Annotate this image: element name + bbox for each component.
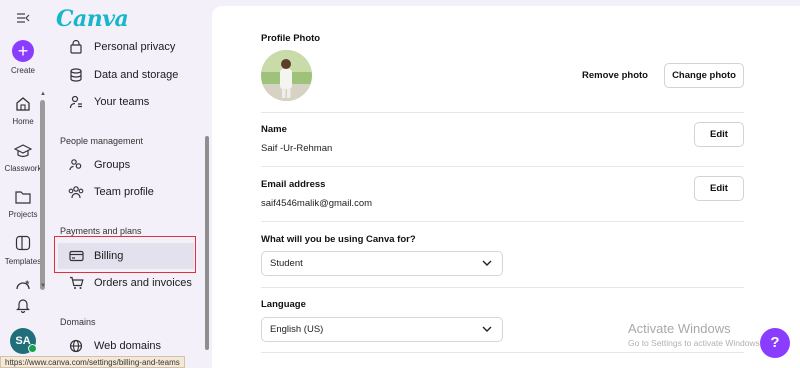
name-title: Name [261,124,287,135]
billing-highlight-box [54,236,196,273]
rail-scroll-up-arrow[interactable]: ▲ [39,91,47,97]
profile-photo-title: Profile Photo [261,33,321,44]
rail-scrollbar[interactable] [40,100,45,290]
usage-title: What will you be using Canva for? [261,234,416,245]
nav-item-label: Groups [94,159,131,171]
nav-item-label: Your teams [94,96,150,108]
privacy-icon [66,40,86,54]
divider [261,352,744,353]
home-icon[interactable] [10,95,36,113]
folder-icon[interactable] [10,188,36,206]
left-rail: + Create Home Classwork Projects Templat… [0,0,46,368]
language-selected-value: English (US) [270,324,324,335]
edit-name-button[interactable]: Edit [694,122,744,147]
nav-item-team-profile[interactable]: Team profile [58,179,194,205]
profile-photo[interactable] [261,50,312,101]
nav-item-label: Personal privacy [94,41,176,53]
usage-selected-value: Student [270,258,303,269]
chevron-down-icon [482,324,492,335]
canva-logo[interactable]: Canva [56,6,129,32]
teams-icon [66,95,86,109]
create-button[interactable]: + [12,40,34,62]
groups-icon [66,158,86,172]
collapse-menu-icon[interactable] [14,12,32,26]
nav-item-orders-and-invoices[interactable]: Orders and invoices [58,270,194,296]
rail-scroll-down-arrow[interactable]: ▼ [39,283,47,289]
nav-item-label: Web domains [94,340,162,352]
main-panel: Profile Photo Remove photo Change photo … [212,6,800,368]
language-select[interactable]: English (US) [261,317,503,342]
nav-item-label: Team profile [94,186,154,198]
nav-section-payments-and-plans: Payments and plans [60,226,142,236]
cart-icon [66,276,86,290]
nav-item-label: Data and storage [94,69,179,81]
nav-item-your-teams[interactable]: Your teams [58,89,194,115]
nav-scrollbar[interactable] [205,136,209,350]
settings-nav: Personal privacy Data and storage Your t… [52,36,208,354]
nav-item-label: Orders and invoices [94,277,192,289]
nav-item-personal-privacy[interactable]: Personal privacy [58,36,194,60]
change-photo-button[interactable]: Change photo [664,63,744,88]
nav-section-people-management: People management [60,136,144,146]
nav-item-groups[interactable]: Groups [58,152,194,178]
globe-icon [66,339,86,353]
help-button[interactable]: ? [760,328,790,358]
divider [261,287,744,288]
usage-select[interactable]: Student [261,251,503,276]
email-title: Email address [261,179,326,190]
more-apps-icon[interactable] [10,276,36,294]
create-label: Create [10,66,35,75]
chevron-down-icon [482,258,492,269]
email-value: saif4546malik@gmail.com [261,198,373,209]
nav-item-web-domains[interactable]: Web domains [58,333,194,354]
remove-photo-button[interactable]: Remove photo [582,70,648,81]
graduation-cap-icon[interactable] [10,142,36,160]
divider [261,166,744,167]
online-status-dot [28,344,37,353]
divider [261,112,744,113]
language-title: Language [261,299,306,310]
edit-email-button[interactable]: Edit [694,176,744,201]
notifications-bell-icon[interactable] [10,296,36,314]
name-value: Saif -Ur-Rehman [261,143,333,154]
nav-item-data-and-storage[interactable]: Data and storage [58,62,194,88]
activate-windows-title: Activate Windows [628,321,731,336]
templates-icon[interactable] [10,234,36,252]
activate-windows-subtitle: Go to Settings to activate Windows. [628,338,763,348]
divider [261,221,744,222]
database-icon [66,68,86,82]
nav-section-domains: Domains [60,317,96,327]
team-profile-icon [66,185,86,199]
status-bar-url: https://www.canva.com/settings/billing-a… [0,356,185,368]
